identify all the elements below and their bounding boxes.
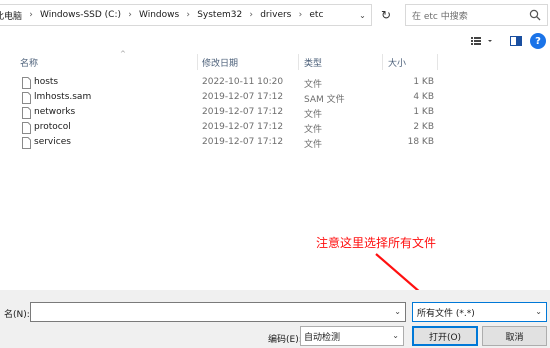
table-row[interactable]: lmhosts.sam 2019-12-07 17:12 SAM 文件 4 KB xyxy=(0,91,550,106)
file-date: 2019-12-07 17:12 xyxy=(202,92,284,102)
breadcrumb-system32[interactable]: System32 xyxy=(194,5,245,25)
file-size: 2 KB xyxy=(413,122,434,132)
file-name: lmhosts.sam xyxy=(34,92,92,102)
cancel-button[interactable]: 取消 xyxy=(482,326,547,346)
column-header-type[interactable]: 类型 xyxy=(304,56,322,70)
file-icon xyxy=(22,122,31,134)
encoding-value: 自动检测 xyxy=(304,332,341,343)
file-date: 2019-12-07 17:12 xyxy=(202,107,284,117)
encoding-select[interactable]: 自动检测 ⌄ xyxy=(300,326,404,346)
file-icon xyxy=(22,77,31,89)
chevron-right-icon[interactable]: › xyxy=(294,5,306,25)
column-header-name[interactable]: 名称 xyxy=(20,56,38,70)
column-header-date[interactable]: 修改日期 xyxy=(202,56,238,70)
file-type: SAM 文件 xyxy=(304,95,345,105)
file-size: 1 KB xyxy=(413,77,434,87)
file-icon xyxy=(22,107,31,119)
column-divider[interactable] xyxy=(197,54,198,70)
filetype-value: 所有文件 (*.*) xyxy=(417,308,475,319)
column-divider[interactable] xyxy=(298,54,299,70)
refresh-icon[interactable]: ↻ xyxy=(374,4,398,26)
file-size: 18 KB xyxy=(407,137,434,147)
file-date: 2022-10-11 10:20 xyxy=(202,77,284,87)
filename-label: 名(N): xyxy=(4,310,30,320)
view-options-icon[interactable] xyxy=(470,34,496,48)
search-placeholder: 在 etc 中搜索 xyxy=(412,11,468,22)
help-icon[interactable]: ? xyxy=(530,33,546,49)
breadcrumb-etc[interactable]: etc xyxy=(306,5,326,25)
file-type: 文件 xyxy=(304,80,323,90)
annotation-text: 注意这里选择所有文件 xyxy=(316,236,437,250)
file-name: networks xyxy=(34,107,76,117)
search-input[interactable]: 在 etc 中搜索 xyxy=(405,4,548,26)
address-row: 此电脑 › Windows-SSD (C:) › Windows › Syste… xyxy=(0,0,550,30)
open-button[interactable]: 打开(O) xyxy=(412,326,478,346)
chevron-down-icon[interactable]: ⌄ xyxy=(535,307,542,316)
file-icon xyxy=(22,92,31,104)
encoding-label: 编码(E): xyxy=(268,335,302,345)
chevron-right-icon[interactable]: › xyxy=(245,5,257,25)
bottom-panel: 名(N): ⌄ 所有文件 (*.*) ⌄ 编码(E): 自动检测 ⌄ 打开(O)… xyxy=(0,290,550,348)
chevron-right-icon[interactable]: › xyxy=(182,5,194,25)
breadcrumb-drivers[interactable]: drivers xyxy=(257,5,294,25)
file-type: 文件 xyxy=(304,140,323,150)
table-row[interactable]: hosts 2022-10-11 10:20 文件 1 KB xyxy=(0,76,550,91)
chevron-down-icon[interactable]: ⌄ xyxy=(394,307,401,316)
file-size: 1 KB xyxy=(413,107,434,117)
file-name: hosts xyxy=(34,77,59,87)
filename-input[interactable]: ⌄ xyxy=(30,302,406,322)
chevron-down-icon[interactable]: ⌄ xyxy=(353,5,371,25)
file-type: 文件 xyxy=(304,125,323,135)
file-name: services xyxy=(34,137,71,147)
table-row[interactable]: networks 2019-12-07 17:12 文件 1 KB xyxy=(0,106,550,121)
sort-ascending-icon: ^ xyxy=(120,50,126,58)
file-date: 2019-12-07 17:12 xyxy=(202,122,284,132)
table-row[interactable]: protocol 2019-12-07 17:12 文件 2 KB xyxy=(0,121,550,136)
chevron-right-icon[interactable]: › xyxy=(124,5,136,25)
file-size: 4 KB xyxy=(413,92,434,102)
chevron-right-icon[interactable]: › xyxy=(25,5,37,25)
column-divider[interactable] xyxy=(382,54,383,70)
table-row[interactable]: services 2019-12-07 17:12 文件 18 KB xyxy=(0,136,550,151)
breadcrumb-this-pc[interactable]: 此电脑 xyxy=(0,5,25,25)
filetype-select[interactable]: 所有文件 (*.*) ⌄ xyxy=(412,302,547,322)
file-type: 文件 xyxy=(304,110,323,120)
address-bar[interactable]: 此电脑 › Windows-SSD (C:) › Windows › Syste… xyxy=(0,4,372,26)
breadcrumb-windows[interactable]: Windows xyxy=(136,5,182,25)
chevron-down-icon[interactable]: ⌄ xyxy=(392,331,399,340)
file-date: 2019-12-07 17:12 xyxy=(202,137,284,147)
column-divider[interactable] xyxy=(437,54,438,70)
file-name: protocol xyxy=(34,122,71,132)
column-header-size[interactable]: 大小 xyxy=(388,56,406,70)
file-list: ^ 名称 修改日期 类型 大小 hosts 2022-10-11 10:20 文… xyxy=(0,50,550,290)
preview-pane-icon[interactable] xyxy=(508,34,524,48)
file-icon xyxy=(22,137,31,149)
breadcrumb-drive[interactable]: Windows-SSD (C:) xyxy=(37,5,124,25)
search-icon[interactable] xyxy=(529,9,541,21)
toolbar: ? xyxy=(0,30,550,52)
